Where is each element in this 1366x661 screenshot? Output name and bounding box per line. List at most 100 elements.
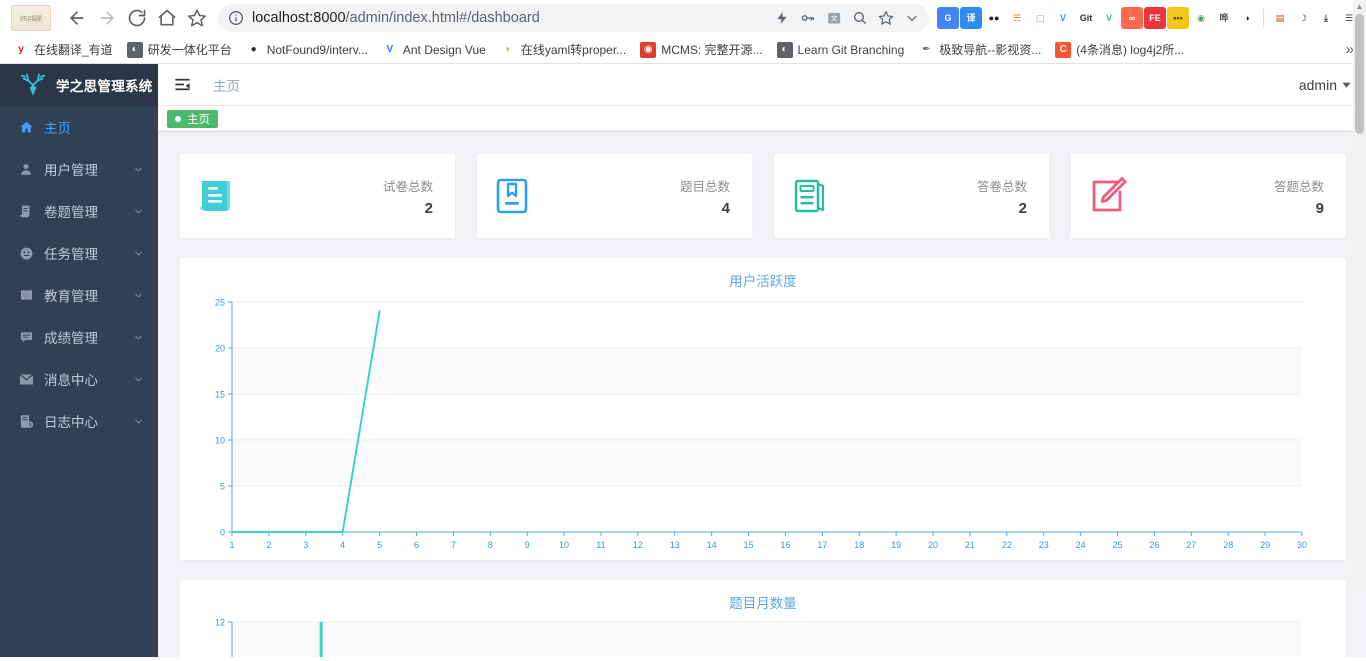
sitemap-ext[interactable]: ☴ xyxy=(1006,7,1028,29)
chevron-down-icon xyxy=(133,164,144,175)
stat-value: 4 xyxy=(721,199,730,217)
bookmark-item[interactable]: C (4条消息) log4j2所... xyxy=(1048,38,1191,62)
bookmark-label: Ant Design Vue xyxy=(402,42,486,57)
svg-text:24: 24 xyxy=(1076,540,1086,550)
chart-plot-area-2: 12 xyxy=(180,612,1346,657)
application-window: 学之思管理系统 主页 用户管理 卷题管理 任务管理 教育管理 成绩管理 消息中心 日志中心 主… xyxy=(0,0,1366,657)
svg-text:25: 25 xyxy=(215,298,225,308)
globe-ext[interactable]: ◉ xyxy=(1190,7,1212,29)
notes-ext[interactable]: ••• xyxy=(1167,7,1189,29)
sidebar-item-label: 成绩管理 xyxy=(44,331,98,346)
bookmark-item[interactable]: ● NotFound9/interv... xyxy=(239,38,375,62)
vimium-ext[interactable]: V xyxy=(1052,7,1074,29)
envelope-icon xyxy=(18,373,34,386)
sidebar-item-6[interactable]: 消息中心 xyxy=(0,358,158,400)
address-bar[interactable]: localhost:8000/admin/index.html#/dashboa… xyxy=(218,4,929,32)
sidebar-item-5[interactable]: 成绩管理 xyxy=(0,316,158,358)
svg-text:8: 8 xyxy=(488,540,493,550)
reload-button[interactable] xyxy=(122,3,152,33)
bookmark-item[interactable]: ✒ 极致导航--影视资... xyxy=(911,38,1048,62)
youdao-translate-ext[interactable]: 译 xyxy=(960,7,982,29)
svg-text:19: 19 xyxy=(891,540,901,550)
url-text[interactable]: localhost:8000/admin/index.html#/dashboa… xyxy=(252,10,769,26)
bookmark-item[interactable]: ◐ Learn Git Branching xyxy=(770,38,912,62)
flash-icon[interactable] xyxy=(769,5,795,31)
svg-text:20: 20 xyxy=(928,540,938,550)
svg-text:5: 5 xyxy=(377,540,382,550)
sidebar-item-2[interactable]: 卷题管理 xyxy=(0,190,158,232)
stat-label: 题目总数 xyxy=(679,179,730,194)
forward-button[interactable] xyxy=(92,3,122,33)
chevron-down-icon[interactable] xyxy=(899,5,925,31)
bookmark-book-icon xyxy=(491,175,539,217)
bookmark-label: 极致导航--影视资... xyxy=(939,43,1042,57)
fehelper-ext[interactable]: FE xyxy=(1144,7,1166,29)
sidebar-item-4[interactable]: 教育管理 xyxy=(0,274,158,316)
statistics-row: 试卷总数 2 题目总数 4 答卷总数 2 答题总数 9 xyxy=(180,154,1346,238)
download-ext[interactable]: ⤓ xyxy=(1315,7,1337,29)
home-button[interactable] xyxy=(152,3,182,33)
chevron-down-icon xyxy=(133,416,144,427)
sidebar-item-7[interactable]: 日志中心 xyxy=(0,400,158,442)
omnibox-star-icon[interactable] xyxy=(873,5,899,31)
panda-ext[interactable]: ●● xyxy=(983,7,1005,29)
bookmark-favicon-icon: ◐ xyxy=(126,41,143,58)
pdf-ext[interactable]: ▤ xyxy=(1269,7,1291,29)
tab-favicon-image: 好运福星 xyxy=(11,5,51,31)
key-icon[interactable] xyxy=(795,5,821,31)
bookmark-label: (4条消息) log4j2所... xyxy=(1076,43,1185,57)
bookmark-favicon-icon: ✒ xyxy=(918,41,935,58)
tab-chip-home[interactable]: 主页 xyxy=(167,109,218,128)
dashboard-content: 试卷总数 2 题目总数 4 答卷总数 2 答题总数 9 用户活跃度 0 5 10 15 20 25 1 2 3… xyxy=(158,132,1366,657)
main-region: 主页 admin 主页 试卷总数 2 题目总数 4 答卷总数 2 答题总数 9 用户活跃度 0… xyxy=(158,64,1366,657)
stat-value: 9 xyxy=(1315,199,1324,217)
stat-card-1[interactable]: 题目总数 4 xyxy=(477,154,752,238)
gitzip-ext[interactable]: Git xyxy=(1075,7,1097,29)
scrollbar-thumb[interactable] xyxy=(1355,14,1364,134)
back-button[interactable] xyxy=(62,3,92,33)
google-translate-ext[interactable]: G xyxy=(937,7,959,29)
sidebar-item-1[interactable]: 用户管理 xyxy=(0,148,158,190)
bookmark-item[interactable]: ◗ 在线yaml转proper... xyxy=(493,38,633,62)
chevron-down-icon xyxy=(133,206,144,217)
stat-card-3[interactable]: 答题总数 9 xyxy=(1071,154,1346,238)
bilibili-ext[interactable]: ▢ xyxy=(1029,7,1051,29)
moon-phase-ext[interactable]: ◑ xyxy=(1236,7,1258,29)
bookmark-item[interactable]: V Ant Design Vue xyxy=(375,38,493,62)
svg-text:4: 4 xyxy=(340,540,345,550)
stat-card-2[interactable]: 答卷总数 2 xyxy=(774,154,1049,238)
infinity-ext[interactable]: ∞ xyxy=(1121,7,1143,29)
zoom-out-icon[interactable] xyxy=(847,5,873,31)
stat-text-block: 答卷总数 2 xyxy=(977,176,1027,217)
scrollbar-up-arrow[interactable]: ▲ xyxy=(1353,0,1366,13)
sidebar-item-label: 日志中心 xyxy=(44,415,98,430)
caret-down-icon xyxy=(1341,79,1352,90)
sidebar-logo[interactable]: 学之思管理系统 xyxy=(0,64,158,106)
stat-card-0[interactable]: 试卷总数 2 xyxy=(180,154,455,238)
breadcrumb: 主页 xyxy=(213,78,240,94)
bookmark-item[interactable]: ◉ MCMS: 完整开源... xyxy=(633,38,769,62)
site-info-icon[interactable] xyxy=(228,10,244,26)
svg-text:25: 25 xyxy=(1113,540,1123,550)
dark-mode-ext[interactable]: ☽ xyxy=(1292,7,1314,29)
page-scrollbar[interactable]: ▲ xyxy=(1353,0,1366,593)
sidebar-item-3[interactable]: 任务管理 xyxy=(0,232,158,274)
svg-text:2: 2 xyxy=(266,540,271,550)
bookmark-favicon-icon: ◉ xyxy=(640,41,657,58)
gear-icon xyxy=(18,246,34,261)
user-menu[interactable]: admin xyxy=(1299,77,1352,93)
bookmark-item[interactable]: y 在线翻译_有道 xyxy=(6,38,120,62)
svg-text:16: 16 xyxy=(780,540,790,550)
chinese-char-ext[interactable]: 哗 xyxy=(1213,7,1235,29)
chart-plot-area-1: 0 5 10 15 20 25 1 2 3 4 5 6 7 8 9 10 11 12 13 14 15 16 17 18 19 2… xyxy=(180,290,1346,567)
bookmark-item[interactable]: ◐ 研发一体化平台 xyxy=(120,38,239,62)
vue-devtools-ext[interactable]: V xyxy=(1098,7,1120,29)
svg-text:3: 3 xyxy=(303,540,308,550)
user-activity-chart-card: 用户活跃度 0 5 10 15 20 25 1 2 3 4 5 6 7 8 9 10 11 12 13 14 15 16 1… xyxy=(180,258,1346,560)
tab-favicon[interactable]: 好运福星 xyxy=(0,0,62,36)
menu-fold-icon[interactable] xyxy=(174,76,191,93)
bookmark-star-button[interactable] xyxy=(182,3,212,33)
translate-icon[interactable]: 文 xyxy=(821,5,847,31)
url-host: localhost:8000 xyxy=(252,10,346,26)
sidebar-item-0[interactable]: 主页 xyxy=(0,106,158,148)
